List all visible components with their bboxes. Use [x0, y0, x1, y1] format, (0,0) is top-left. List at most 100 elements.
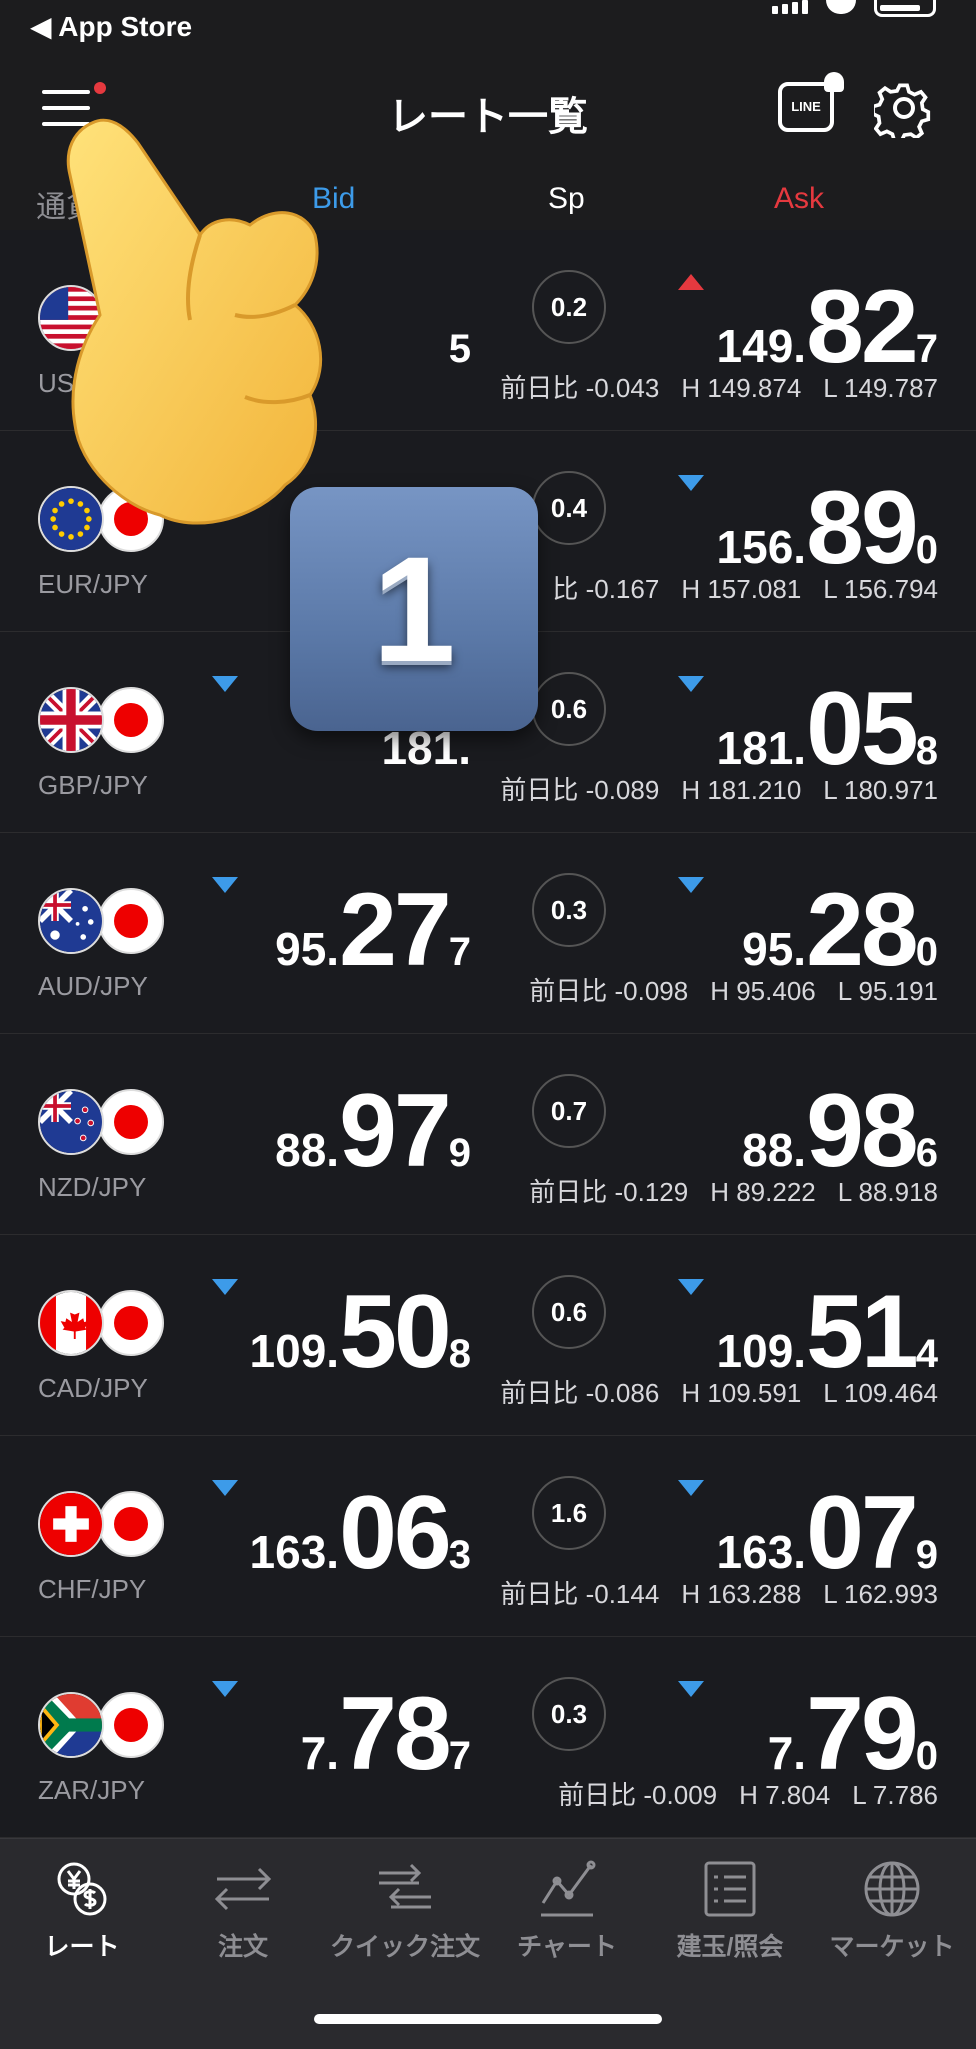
bid-price-head: 88. — [275, 1124, 340, 1176]
australia-flag-icon — [38, 888, 104, 954]
tab-market[interactable]: マーケット — [812, 1857, 972, 1963]
ask-price-tail: 6 — [915, 1131, 938, 1175]
day-high: H 163.288 — [681, 1579, 802, 1609]
pair-label: EUR/JPY — [38, 569, 148, 599]
line-notification-button[interactable]: LINE — [778, 72, 844, 132]
rate-row-nzd-jpy[interactable]: NZD/JPY 88.979 0.7 88.986 前日比 -0.129 H 89… — [0, 1034, 976, 1235]
ask-price-head: 163. — [716, 1526, 807, 1578]
japan-flag-icon — [98, 1692, 164, 1758]
bid-price-tail: 7 — [448, 1734, 471, 1778]
step-number-badge: 1 — [290, 487, 538, 731]
day-change: 前日比 -0.043 — [500, 373, 660, 403]
day-low: L 156.794 — [823, 574, 938, 604]
ask-down-arrow-icon — [678, 1480, 704, 1496]
rate-stats: 前日比 -0.098 H 95.406 L 95.191 — [507, 971, 938, 1008]
day-change: 前日比 -0.089 — [500, 775, 660, 805]
day-high: H 7.804 — [739, 1780, 831, 1810]
currency-flags — [38, 1491, 168, 1561]
swiss-flag-icon — [38, 1491, 104, 1557]
currency-flags — [38, 1692, 168, 1762]
south-africa-flag-icon — [38, 1692, 104, 1758]
rate-stats: 前日比 -0.129 H 89.222 L 88.918 — [507, 1172, 938, 1209]
bid-price-tail: 8 — [448, 1332, 471, 1376]
bid-price-tail: 3 — [448, 1533, 471, 1577]
chart-line-icon — [541, 1860, 596, 1917]
rate-row-cad-jpy[interactable]: CAD/JPY 109.508 0.6 109.514 前日比 -0.086 H … — [0, 1235, 976, 1436]
day-change: 比 -0.167 — [552, 574, 660, 604]
uk-flag-icon — [38, 687, 104, 753]
tab-rate[interactable]: レート — [2, 1857, 162, 1963]
bid-price-head: 109. — [249, 1325, 340, 1377]
ask-column-header: Ask — [774, 182, 825, 215]
bid-price-pips: 50 — [339, 1274, 452, 1390]
spread-value: 0.3 — [532, 1677, 606, 1751]
tab-order[interactable]: 注文 — [163, 1857, 323, 1963]
day-change: 前日比 -0.144 — [500, 1579, 660, 1609]
tab-quick-order[interactable]: クイック注文 — [325, 1857, 485, 1963]
bid-price-pips: 97 — [339, 1073, 452, 1189]
currency-flags — [38, 1290, 168, 1360]
settings-gear-icon[interactable] — [874, 78, 934, 138]
exchange-yen-dollar-icon — [57, 1862, 107, 1916]
day-low: L 109.464 — [823, 1378, 938, 1408]
currency-flags — [38, 1089, 168, 1159]
battery-icon — [874, 0, 936, 17]
bid-down-arrow-icon — [212, 1480, 238, 1496]
tab-label: 建玉/照会 — [676, 1933, 784, 1961]
back-to-app-store[interactable]: ◀ App Store — [30, 10, 192, 43]
spread-value: 0.3 — [532, 873, 606, 947]
ask-price-head: 109. — [716, 1325, 807, 1377]
ask-price: 95.280 — [742, 871, 938, 988]
japan-flag-icon — [98, 1089, 164, 1155]
day-change: 前日比 -0.086 — [500, 1378, 660, 1408]
spread-column-header: Sp — [548, 182, 585, 215]
ask-price-head: 88. — [742, 1124, 807, 1176]
ask-price-head: 7. — [767, 1727, 807, 1779]
ask-price: 181.058 — [717, 670, 938, 787]
arrows-left-right-icon — [214, 1867, 272, 1911]
ask-price-tail: 8 — [915, 729, 938, 773]
bid-price-head: 95. — [275, 923, 340, 975]
day-high: H 109.591 — [681, 1378, 802, 1408]
home-indicator[interactable] — [314, 2014, 662, 2024]
japan-flag-icon — [98, 1491, 164, 1557]
ask-price-head: 149. — [716, 320, 807, 372]
ask-down-arrow-icon — [678, 877, 704, 893]
bid-down-arrow-icon — [212, 676, 238, 692]
bid-down-arrow-icon — [212, 1681, 238, 1697]
pair-label: CHF/JPY — [38, 1574, 147, 1604]
rate-stats: 前日比 -0.089 H 181.210 L 180.971 — [478, 770, 938, 807]
day-change: 前日比 -0.009 — [558, 1780, 718, 1810]
spread-value: 0.6 — [532, 1275, 606, 1349]
new-zealand-flag-icon — [38, 1089, 104, 1155]
tab-positions[interactable]: 建玉/照会 — [650, 1857, 810, 1963]
ask-price-tail: 0 — [915, 930, 938, 974]
tab-label: クイック注文 — [329, 1933, 480, 1961]
bid-price: 7.787 — [301, 1675, 471, 1792]
list-document-icon — [704, 1861, 756, 1917]
ask-price: 163.079 — [717, 1474, 938, 1591]
day-low: L 180.971 — [823, 775, 938, 805]
status-bar: ◀ App Store — [0, 0, 976, 56]
tab-chart[interactable]: チャート — [487, 1857, 647, 1963]
bell-icon — [824, 72, 844, 92]
ask-price-head: 156. — [716, 521, 807, 573]
day-low: L 149.787 — [823, 373, 938, 403]
tab-label: レート — [44, 1933, 120, 1961]
ask-price-tail: 0 — [915, 528, 938, 572]
spread-value: 0.6 — [532, 672, 606, 746]
day-high: H 95.406 — [710, 976, 816, 1006]
bid-price: 5 — [449, 268, 471, 371]
rate-row-zar-jpy[interactable]: ZAR/JPY 7.787 0.3 7.790 前日比 -0.009 H 7.80… — [0, 1637, 976, 1838]
bid-price: 95.277 — [275, 871, 471, 988]
ask-price-tail: 4 — [915, 1332, 938, 1376]
day-high: H 149.874 — [681, 373, 802, 403]
rate-stats: 前日比 -0.144 H 163.288 L 162.993 — [478, 1574, 938, 1611]
rate-row-aud-jpy[interactable]: AUD/JPY 95.277 0.3 95.280 前日比 -0.098 H 95… — [0, 833, 976, 1034]
bid-price-pips: 06 — [339, 1475, 452, 1591]
rate-row-chf-jpy[interactable]: CHF/JPY 163.063 1.6 163.079 前日比 -0.144 H … — [0, 1436, 976, 1637]
status-icons — [772, 0, 936, 17]
day-change: 前日比 -0.129 — [529, 1177, 689, 1207]
rate-stats: 比 -0.167 H 157.081 L 156.794 — [530, 569, 938, 606]
day-high: H 89.222 — [710, 1177, 816, 1207]
